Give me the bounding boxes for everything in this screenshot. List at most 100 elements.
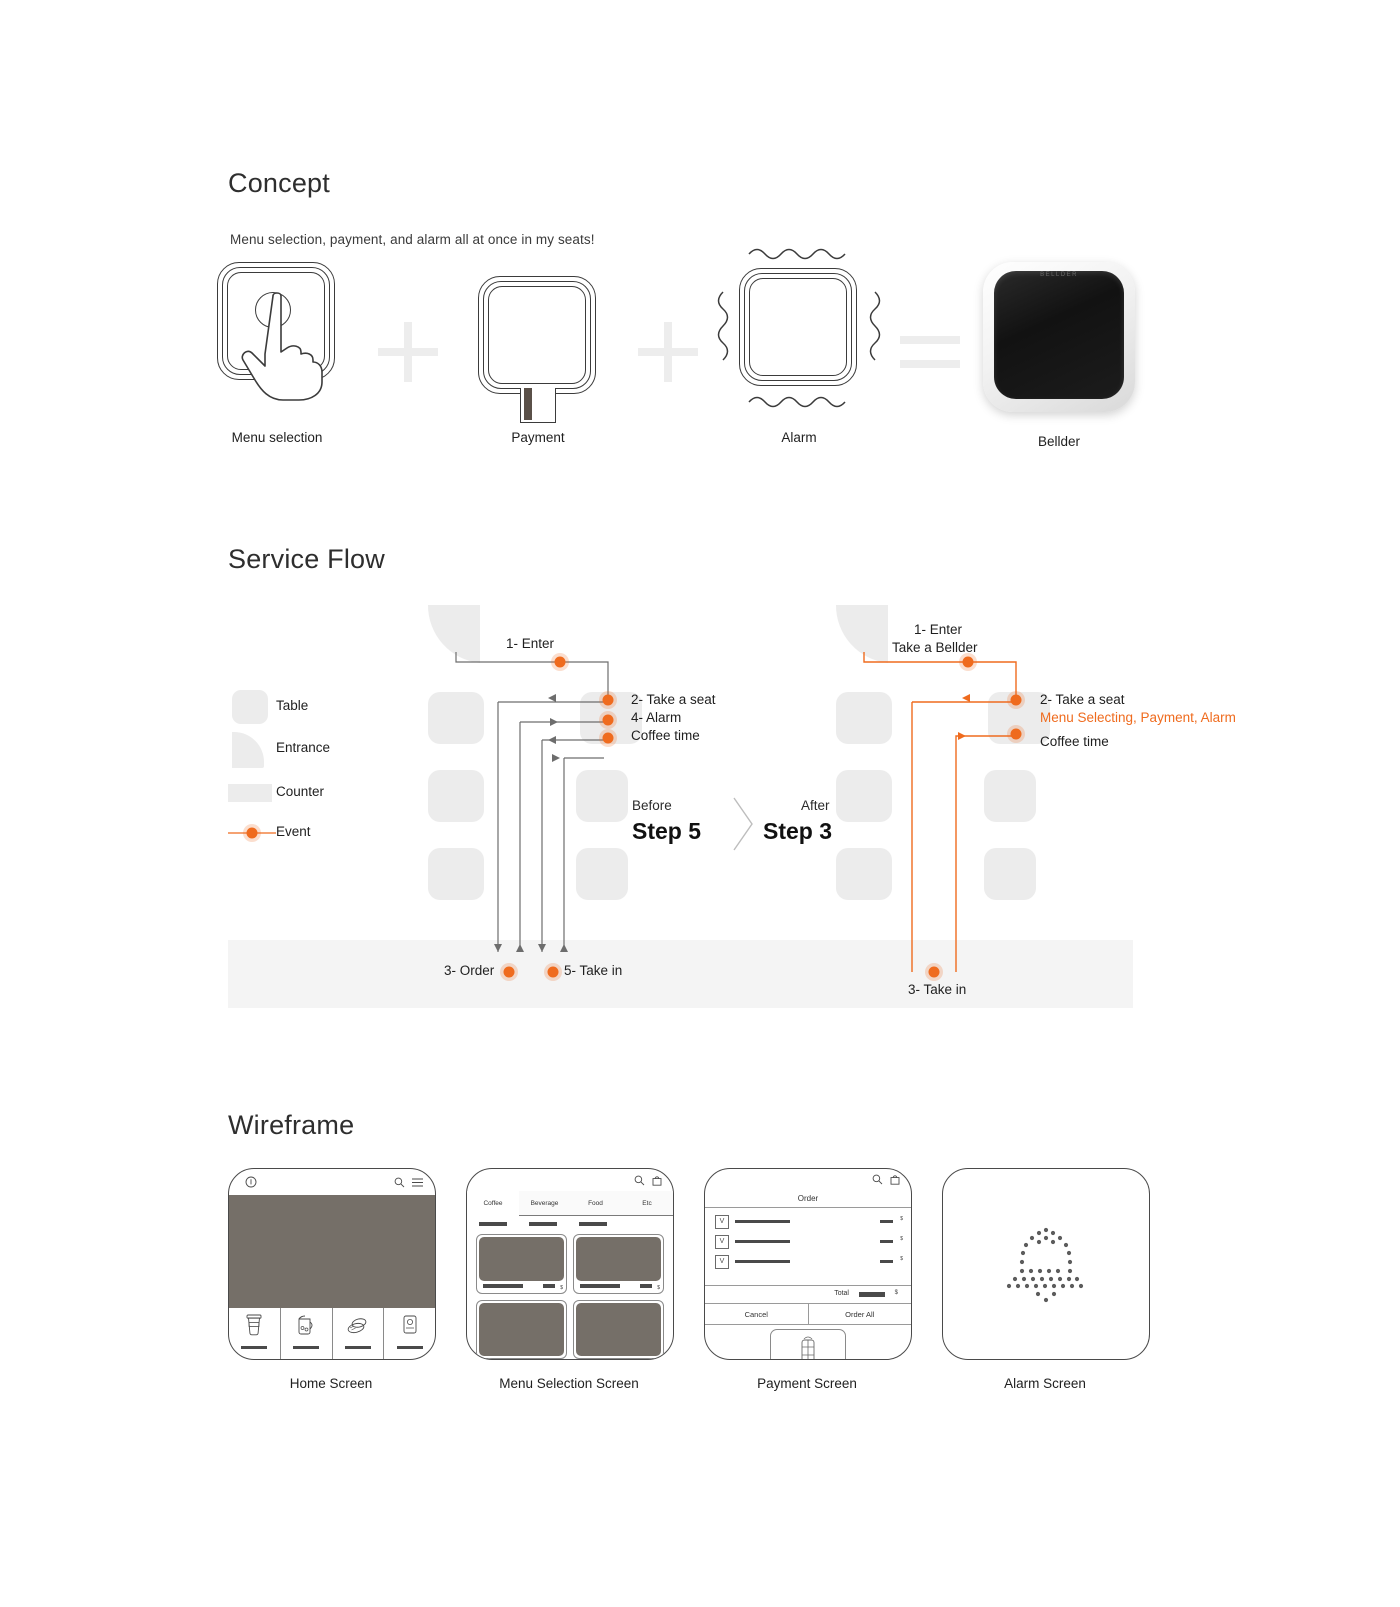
order-list: V $ V $ V $ bbox=[705, 1213, 911, 1273]
wireframe-caption: Home Screen bbox=[289, 1376, 373, 1391]
order-row[interactable]: V $ bbox=[705, 1233, 911, 1253]
tab-beverage[interactable]: Beverage bbox=[519, 1191, 571, 1216]
payment-title: Order bbox=[705, 1189, 911, 1208]
after-event-label-menu-payment-alarm: Menu Selecting, Payment, Alarm bbox=[1040, 710, 1236, 725]
concept-caption: Menu selection bbox=[231, 430, 323, 445]
order-row-name-placeholder bbox=[735, 1240, 790, 1243]
nav-item-etc[interactable] bbox=[384, 1308, 435, 1359]
menu-tabs: Coffee Beverage Food Etc bbox=[467, 1191, 673, 1216]
search-icon[interactable] bbox=[634, 1175, 645, 1186]
nav-label-placeholder bbox=[241, 1346, 268, 1349]
service-flow-diagram: Table Entrance Counter Event 1- Enter 2-… bbox=[228, 600, 1236, 1020]
order-row[interactable]: V $ bbox=[705, 1213, 911, 1233]
vibration-waves-icon bbox=[717, 248, 881, 408]
order-row-price-placeholder bbox=[880, 1260, 893, 1263]
dotted-bell-icon bbox=[1006, 1227, 1084, 1303]
total-amount-placeholder bbox=[859, 1292, 885, 1297]
after-event-label-coffee-time: Coffee time bbox=[1040, 734, 1109, 749]
coffee-cup-icon bbox=[246, 1314, 262, 1336]
menu-card[interactable]: $ bbox=[573, 1234, 664, 1294]
concept-operator-plus-1 bbox=[378, 322, 438, 382]
phone-frame bbox=[228, 1168, 436, 1360]
bag-icon[interactable] bbox=[890, 1174, 900, 1185]
after-event-label-take-bellder: Take a Bellder bbox=[892, 640, 978, 655]
order-row-checkbox[interactable]: V bbox=[715, 1255, 729, 1269]
nav-item-beverage[interactable] bbox=[281, 1308, 333, 1359]
table-swatch bbox=[232, 690, 268, 724]
service-flow-section-title: Service Flow bbox=[228, 544, 385, 574]
canned-drink-icon bbox=[403, 1315, 417, 1334]
before-event-label-enter: 1- Enter bbox=[506, 636, 555, 651]
after-event-label-enter: 1- Enter bbox=[914, 622, 963, 637]
home-hero-image[interactable] bbox=[229, 1195, 435, 1308]
menu-card[interactable] bbox=[476, 1299, 567, 1359]
concept-section-title: Concept bbox=[228, 168, 330, 198]
wireframe-menu-selection-screen: Coffee Beverage Food Etc $ $ Menu Select… bbox=[466, 1168, 674, 1391]
poster-page: Concept Menu selection, payment, and ala… bbox=[0, 0, 1400, 1607]
payment-action-bar: Cancel Order All bbox=[705, 1303, 911, 1325]
bag-icon[interactable] bbox=[652, 1175, 662, 1186]
nav-label-placeholder bbox=[396, 1346, 423, 1349]
device-screen bbox=[994, 271, 1124, 399]
wireframe-caption: Alarm Screen bbox=[1004, 1376, 1086, 1391]
menu-icon[interactable] bbox=[412, 1178, 423, 1187]
order-row-checkbox[interactable]: V bbox=[715, 1215, 729, 1229]
order-row-price-placeholder bbox=[880, 1240, 893, 1243]
wireframe-section-title: Wireframe bbox=[228, 1110, 355, 1140]
payment-total-row: Total $ bbox=[705, 1285, 911, 1304]
concept-item-bellder: BELLDER Bellder bbox=[954, 262, 1164, 449]
tab-food[interactable]: Food bbox=[570, 1191, 622, 1216]
menu-card-name-placeholder bbox=[483, 1284, 523, 1288]
search-icon[interactable] bbox=[872, 1174, 883, 1185]
concept-caption: Alarm bbox=[781, 430, 817, 445]
menu-card-image bbox=[479, 1237, 564, 1281]
order-all-button[interactable]: Order All bbox=[809, 1304, 912, 1324]
payment-card-area[interactable] bbox=[770, 1329, 846, 1359]
order-row-price-symbol: $ bbox=[900, 1216, 903, 1222]
event-dot bbox=[228, 824, 276, 842]
wireframe-caption: Menu Selection Screen bbox=[499, 1376, 639, 1391]
after-floorplan bbox=[835, 605, 1050, 981]
menu-card-image bbox=[479, 1302, 564, 1356]
wireframe-home-screen: Home Screen bbox=[228, 1168, 436, 1391]
legend-label: Table bbox=[276, 698, 309, 713]
concept-item-menu-selection: Menu selection bbox=[172, 262, 382, 445]
order-row-name-placeholder bbox=[735, 1260, 790, 1263]
nav-item-coffee[interactable] bbox=[229, 1308, 281, 1359]
phone-frame: Order V $ V $ V $ Total $ Cancel Order A… bbox=[704, 1168, 912, 1360]
menu-card[interactable] bbox=[573, 1299, 664, 1359]
tab-etc[interactable]: Etc bbox=[621, 1191, 673, 1216]
menu-card-name-placeholder bbox=[580, 1284, 620, 1288]
search-icon[interactable] bbox=[394, 1177, 405, 1188]
filter-placeholder-bar bbox=[479, 1222, 507, 1226]
tab-coffee[interactable]: Coffee bbox=[467, 1191, 520, 1215]
cookie-icon bbox=[347, 1318, 367, 1334]
home-topbar bbox=[229, 1169, 435, 1196]
before-event-label-alarm: 4- Alarm bbox=[631, 710, 682, 725]
order-row[interactable]: V $ bbox=[705, 1253, 911, 1273]
concept-item-alarm: Alarm bbox=[694, 248, 904, 445]
menu-topbar bbox=[467, 1169, 673, 1191]
phone-frame bbox=[942, 1168, 1150, 1360]
info-icon[interactable] bbox=[245, 1176, 257, 1188]
menu-card-price-symbol: $ bbox=[657, 1284, 660, 1291]
filter-placeholder-bar bbox=[579, 1222, 607, 1226]
filter-placeholder-bar bbox=[529, 1222, 557, 1226]
phone-frame: Coffee Beverage Food Etc $ $ bbox=[466, 1168, 674, 1360]
nav-label-placeholder bbox=[344, 1346, 371, 1349]
card-slot-icon bbox=[520, 388, 556, 423]
order-row-price-symbol: $ bbox=[900, 1236, 903, 1242]
nav-item-food[interactable] bbox=[333, 1308, 385, 1359]
after-event-label-take-in: 3- Take in bbox=[908, 982, 967, 997]
after-take-a-text: Take a bbox=[892, 640, 936, 655]
cancel-button[interactable]: Cancel bbox=[705, 1304, 809, 1324]
menu-card-image bbox=[576, 1237, 661, 1281]
before-step-label: Step 5 bbox=[632, 818, 702, 844]
juice-pitcher-icon bbox=[298, 1315, 313, 1335]
order-row-checkbox[interactable]: V bbox=[715, 1235, 729, 1249]
menu-card-price-symbol: $ bbox=[560, 1284, 563, 1291]
before-phase-label: Before bbox=[632, 798, 672, 813]
bellder-device: BELLDER bbox=[983, 262, 1135, 412]
wireframe-caption: Payment Screen bbox=[757, 1376, 857, 1391]
menu-card[interactable]: $ bbox=[476, 1234, 567, 1294]
